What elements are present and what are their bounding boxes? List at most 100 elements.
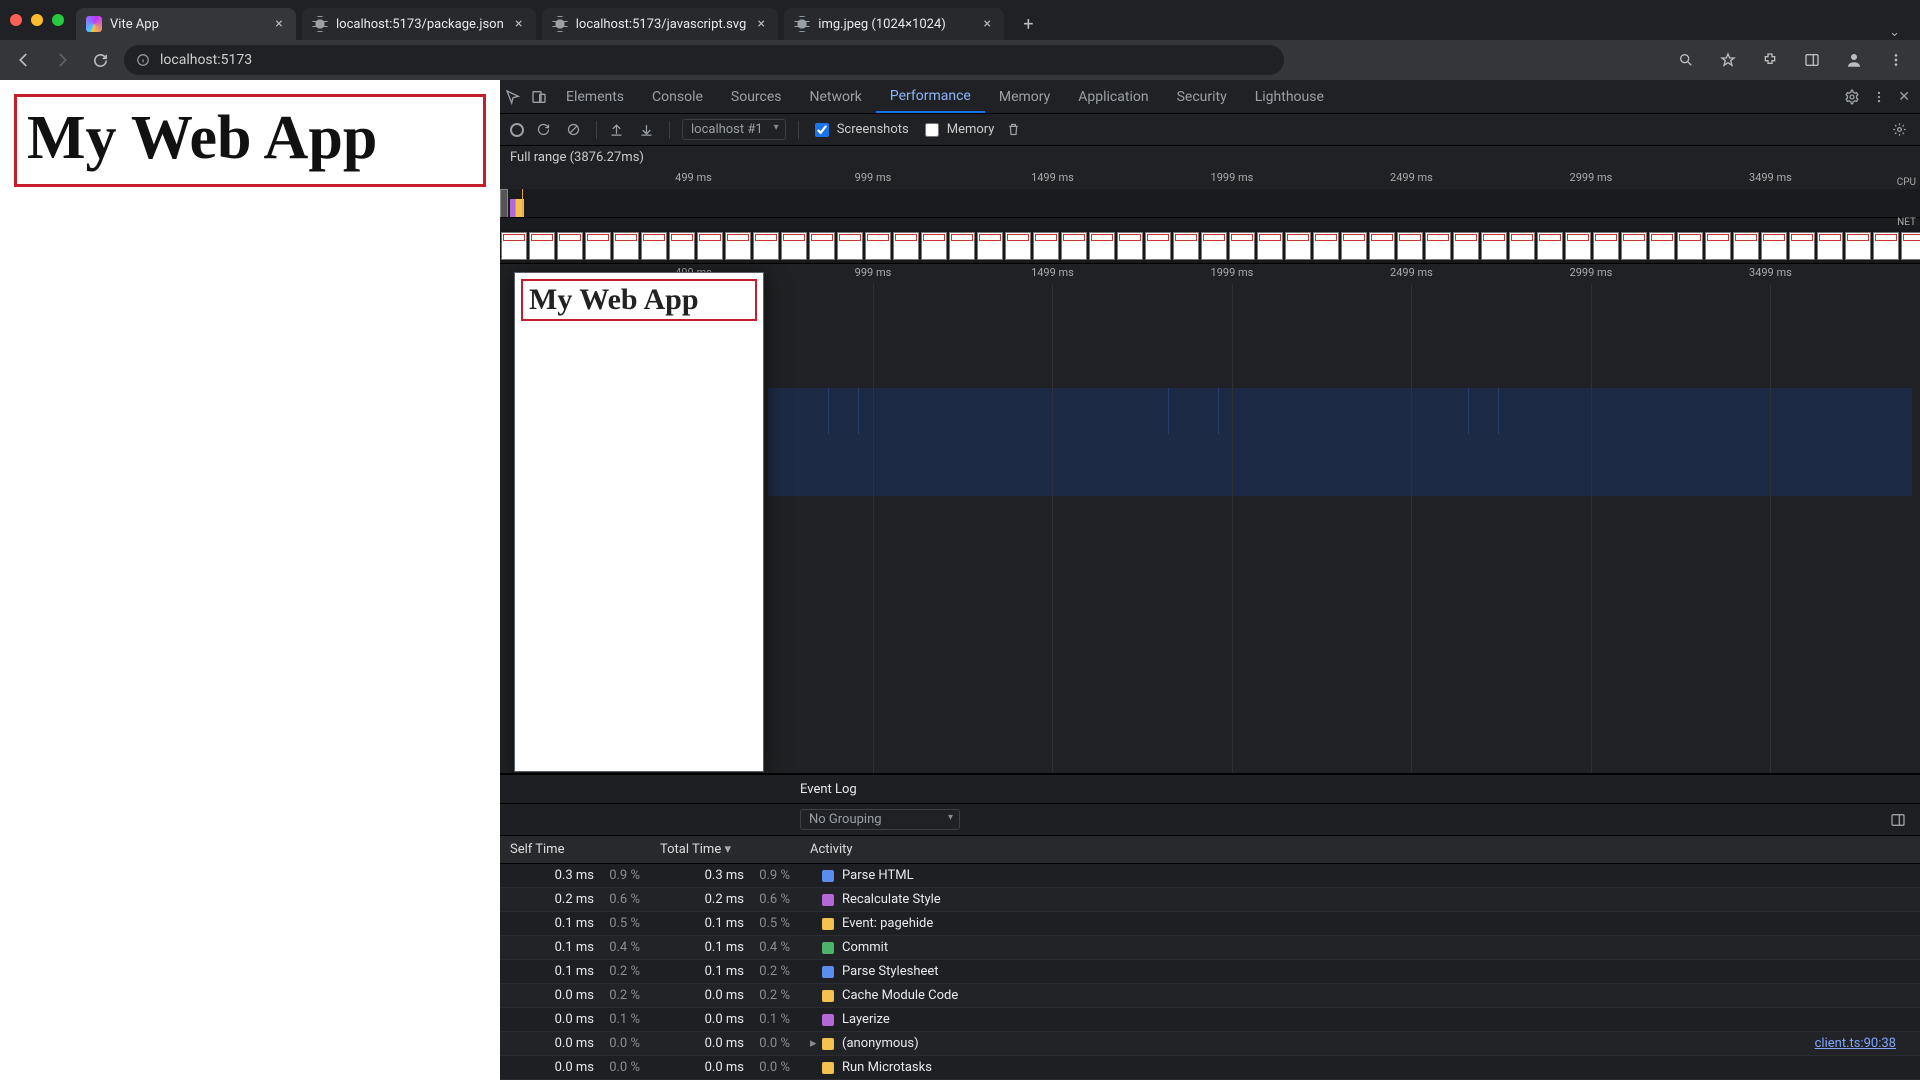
- filmstrip-frame[interactable]: [949, 232, 975, 260]
- filmstrip-frame[interactable]: [865, 232, 891, 260]
- filmstrip-frame[interactable]: [1649, 232, 1675, 260]
- event-log-row[interactable]: 0.1 ms0.4 %0.1 ms0.4 %Commit: [500, 936, 1920, 960]
- filmstrip-frame[interactable]: [977, 232, 1003, 260]
- chrome-menu-icon[interactable]: [1882, 46, 1910, 74]
- filmstrip-frame[interactable]: [641, 232, 667, 260]
- site-info-icon[interactable]: [136, 53, 150, 67]
- browser-tab[interactable]: localhost:5173/package.json×: [302, 8, 536, 40]
- filmstrip-frame[interactable]: [753, 232, 779, 260]
- maximize-window-icon[interactable]: [52, 14, 64, 26]
- tab-overflow-icon[interactable]: ⌄: [1879, 25, 1910, 40]
- filmstrip-frame[interactable]: [1705, 232, 1731, 260]
- back-button[interactable]: [10, 46, 38, 74]
- filmstrip-frame[interactable]: [613, 232, 639, 260]
- filmstrip-frame[interactable]: [1397, 232, 1423, 260]
- filmstrip-frame[interactable]: [1621, 232, 1647, 260]
- filmstrip-frame[interactable]: [781, 232, 807, 260]
- filmstrip-frame[interactable]: [1901, 232, 1920, 260]
- filmstrip-frame[interactable]: [1313, 232, 1339, 260]
- source-link[interactable]: client.ts:90:38: [1815, 1036, 1910, 1051]
- memory-checkbox[interactable]: Memory: [921, 120, 995, 140]
- devtools-tab-application[interactable]: Application: [1064, 80, 1162, 113]
- filmstrip-frame[interactable]: [1229, 232, 1255, 260]
- browser-tab[interactable]: localhost:5173/javascript.svg×: [542, 8, 779, 40]
- event-log-row[interactable]: 0.0 ms0.0 %0.0 ms0.0 %▸(anonymous)client…: [500, 1032, 1920, 1056]
- devtools-tab-performance[interactable]: Performance: [876, 80, 985, 113]
- filmstrip-frame[interactable]: [1033, 232, 1059, 260]
- event-log-row[interactable]: 0.0 ms0.2 %0.0 ms0.2 %Cache Module Code: [500, 984, 1920, 1008]
- filmstrip-frame[interactable]: [1593, 232, 1619, 260]
- inspect-element-icon[interactable]: [500, 89, 526, 105]
- record-button[interactable]: [510, 123, 524, 137]
- col-self-time[interactable]: Self Time: [500, 836, 650, 864]
- devtools-tab-elements[interactable]: Elements: [552, 80, 638, 113]
- devtools-menu-icon[interactable]: [1872, 90, 1886, 104]
- load-profile-button[interactable]: [609, 122, 627, 137]
- range-handle-left[interactable]: [500, 189, 508, 219]
- tab-close-icon[interactable]: ×: [272, 16, 286, 32]
- filmstrip-frame[interactable]: [1341, 232, 1367, 260]
- filmstrip-frame[interactable]: [1117, 232, 1143, 260]
- filmstrip-frame[interactable]: [1817, 232, 1843, 260]
- filmstrip-frame[interactable]: [1565, 232, 1591, 260]
- filmstrip-frame[interactable]: [1369, 232, 1395, 260]
- reload-record-button[interactable]: [536, 122, 554, 137]
- filmstrip-frame[interactable]: [725, 232, 751, 260]
- performance-overview[interactable]: 499 ms999 ms1499 ms1999 ms2499 ms2999 ms…: [500, 169, 1920, 264]
- drawer-tab-event-log[interactable]: Event Log: [800, 782, 857, 797]
- screenshot-filmstrip[interactable]: [500, 229, 1920, 263]
- filmstrip-frame[interactable]: [585, 232, 611, 260]
- tab-close-icon[interactable]: ×: [980, 16, 994, 32]
- side-panel-icon[interactable]: [1798, 46, 1826, 74]
- filmstrip-frame[interactable]: [669, 232, 695, 260]
- filmstrip-frame[interactable]: [697, 232, 723, 260]
- new-tab-button[interactable]: +: [1014, 10, 1042, 38]
- filmstrip-frame[interactable]: [837, 232, 863, 260]
- devtools-tab-sources[interactable]: Sources: [717, 80, 796, 113]
- filmstrip-frame[interactable]: [1089, 232, 1115, 260]
- collect-garbage-icon[interactable]: [1006, 122, 1024, 137]
- event-log-row[interactable]: 0.3 ms0.9 %0.3 ms0.9 %Parse HTML: [500, 864, 1920, 888]
- browser-tab[interactable]: img.jpeg (1024×1024)×: [784, 8, 1004, 40]
- screenshots-checkbox[interactable]: Screenshots: [811, 120, 909, 140]
- col-activity[interactable]: Activity: [800, 836, 1920, 864]
- zoom-icon[interactable]: [1672, 46, 1700, 74]
- tab-close-icon[interactable]: ×: [754, 16, 768, 32]
- bookmark-icon[interactable]: [1714, 46, 1742, 74]
- filmstrip-frame[interactable]: [1537, 232, 1563, 260]
- forward-button[interactable]: [48, 46, 76, 74]
- profile-select[interactable]: localhost #1: [682, 119, 786, 140]
- grouping-select[interactable]: No Grouping: [800, 809, 960, 830]
- flame-chart[interactable]: 499 ms999 ms1499 ms1999 ms2499 ms2999 ms…: [500, 264, 1920, 774]
- browser-tab[interactable]: Vite App×: [76, 8, 296, 40]
- heaviest-stack-toggle-icon[interactable]: [1890, 812, 1906, 828]
- address-bar[interactable]: localhost:5173: [124, 45, 1284, 75]
- devtools-tab-console[interactable]: Console: [638, 80, 717, 113]
- tab-close-icon[interactable]: ×: [512, 16, 526, 32]
- filmstrip-frame[interactable]: [1789, 232, 1815, 260]
- filmstrip-frame[interactable]: [921, 232, 947, 260]
- minimize-window-icon[interactable]: [31, 14, 43, 26]
- filmstrip-frame[interactable]: [529, 232, 555, 260]
- save-profile-button[interactable]: [639, 122, 657, 137]
- filmstrip-frame[interactable]: [1873, 232, 1899, 260]
- devtools-tab-lighthouse[interactable]: Lighthouse: [1241, 80, 1338, 113]
- event-log-row[interactable]: 0.0 ms0.0 %0.0 ms0.0 %Run Microtasks: [500, 1056, 1920, 1080]
- devtools-tab-security[interactable]: Security: [1163, 80, 1241, 113]
- filmstrip-frame[interactable]: [1761, 232, 1787, 260]
- event-log-row[interactable]: 0.0 ms0.1 %0.0 ms0.1 %Layerize: [500, 1008, 1920, 1032]
- event-log-row[interactable]: 0.1 ms0.2 %0.1 ms0.2 %Parse Stylesheet: [500, 960, 1920, 984]
- filmstrip-frame[interactable]: [1509, 232, 1535, 260]
- filmstrip-frame[interactable]: [1145, 232, 1171, 260]
- filmstrip-frame[interactable]: [809, 232, 835, 260]
- filmstrip-frame[interactable]: [1061, 232, 1087, 260]
- expand-icon[interactable]: ▸: [810, 1036, 822, 1051]
- reload-button[interactable]: [86, 46, 114, 74]
- filmstrip-frame[interactable]: [1425, 232, 1451, 260]
- filmstrip-frame[interactable]: [1845, 232, 1871, 260]
- filmstrip-frame[interactable]: [501, 232, 527, 260]
- capture-settings-icon[interactable]: [1892, 122, 1910, 137]
- profile-icon[interactable]: [1840, 46, 1868, 74]
- devtools-close-icon[interactable]: ✕: [1898, 89, 1910, 105]
- filmstrip-frame[interactable]: [1005, 232, 1031, 260]
